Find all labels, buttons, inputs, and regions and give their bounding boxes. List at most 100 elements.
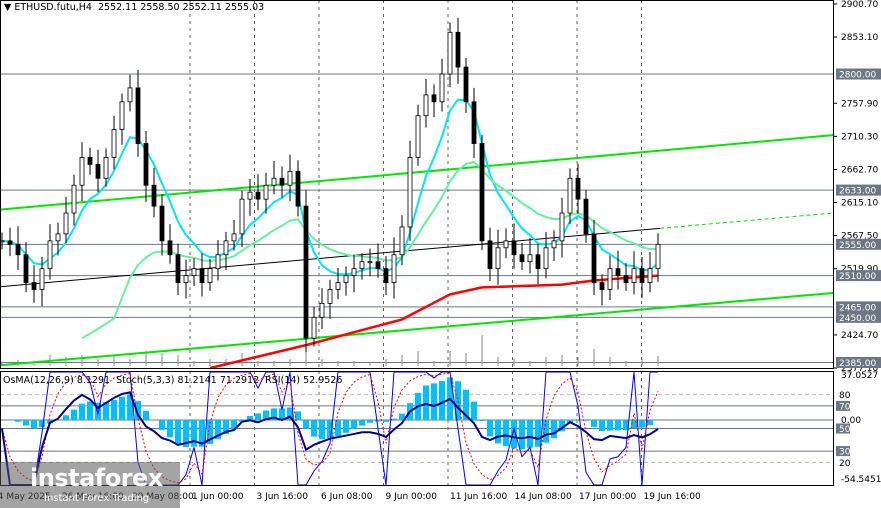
time-label: 3 Jun 16:00 [257,492,309,502]
bull-candle [655,243,661,270]
bull-candle [407,157,413,228]
bear-candle [199,268,205,283]
bull-candle [415,115,421,158]
osma-bar [319,420,325,440]
bear-candle [615,268,621,277]
osma-bar [535,420,541,447]
bull-candle [55,233,61,242]
bull-candle [447,31,453,75]
osma-bar [175,420,181,445]
osma-bar [487,420,493,437]
osma-bar [383,420,389,422]
bull-candle [111,129,117,158]
bear-candle [135,87,141,144]
osma-bar [375,420,381,422]
osma-bar [143,410,149,420]
bull-candle [503,240,509,249]
bull-candle [327,289,333,304]
osma-bar [119,396,125,420]
osma-bar [71,409,77,420]
bull-candle [183,275,189,283]
osma-bar [255,413,261,420]
bear-candle [583,198,589,235]
bear-candle [463,66,469,103]
rsi-label: RSI(14) 52.9526 [265,375,343,386]
bear-candle [375,261,381,270]
bear-candle [31,282,37,290]
bull-candle [607,268,613,290]
bear-candle [535,254,541,270]
collapse-triangle-icon[interactable]: ▼ [4,2,11,13]
time-label: 17 Jun 00:00 [579,492,636,502]
bull-candle [527,254,533,263]
bear-candle [15,243,21,256]
time-label: 1 Jun 00:00 [192,492,244,502]
bull-candle [215,254,221,270]
bear-candle [151,184,157,207]
osma-bar [479,420,485,421]
osma-bar [639,420,645,428]
bull-candle [647,268,653,283]
osma-bar [495,420,501,444]
bull-candle [543,247,549,270]
osma-bar [599,420,605,431]
bull-candle [631,268,637,283]
price-tick-label: 2424.70 [841,331,878,341]
logo-brand: instaforex [30,464,163,492]
bear-candle [487,240,493,270]
bull-candle [119,101,125,131]
stoch-label: Stoch(5,3,3) 81.2141 71.2912 [116,375,260,386]
osma-bar [87,401,93,420]
bull-candle [311,316,317,339]
bull-candle [391,254,397,283]
bear-candle [95,163,101,179]
bear-candle [279,177,285,186]
bear-candle [519,254,525,263]
indicator-header: OsMA(12,26,9) 8.1291 Stoch(5,3,3) 81.214… [3,375,342,386]
price-tick-label: 2757.90 [841,99,878,109]
price-chart[interactable]: 24 May 202526 May 16:0029 May 08:001 Jun… [0,0,881,508]
bear-candle [383,268,389,283]
symbol-label: ETHUSD.futu,H4 [14,2,92,13]
osma-bar [615,420,621,431]
osma-bar [303,420,309,429]
osma-bar [519,420,525,450]
osma-bar [167,420,173,438]
bull-candle [319,303,325,318]
osma-bar [423,385,429,420]
bull-candle [79,157,85,186]
price-tick-label: 2662.70 [841,165,878,175]
bull-candle [343,275,349,283]
bull-candle [263,184,269,200]
osma-bar [343,420,349,433]
bear-candle [479,143,485,242]
osma-bar [503,420,509,447]
time-label: 14 Jun 08:00 [515,492,572,502]
bear-candle [431,94,437,103]
price-tick-label: 2615.10 [841,199,878,209]
oscillator-level-label: 30 [839,448,851,458]
time-label: 19 Jun 16:00 [644,492,701,502]
bull-candle [399,226,405,256]
price-tick-label: 2710.30 [841,132,878,142]
bear-candle [255,191,261,200]
bull-candle [359,261,365,270]
bull-candle [239,198,245,235]
osma-bar [431,383,437,420]
bear-candle [159,205,165,242]
bear-candle [623,275,629,283]
long-ma-line [209,274,659,370]
bear-candle [639,268,645,283]
osma-bar [359,420,365,426]
price-tick-label: 2900.70 [841,0,878,10]
osma-bar [79,403,85,420]
bull-candle [335,282,341,290]
bear-candle [143,143,149,186]
bull-candle [551,240,557,249]
level-tag-label: 2385.00 [839,359,876,369]
bear-candle [303,205,309,339]
level-tag-label: 2800.00 [839,71,876,81]
osma-bar [311,420,317,437]
level-tag-label: 2633.00 [839,187,876,197]
bull-candle [287,170,293,186]
